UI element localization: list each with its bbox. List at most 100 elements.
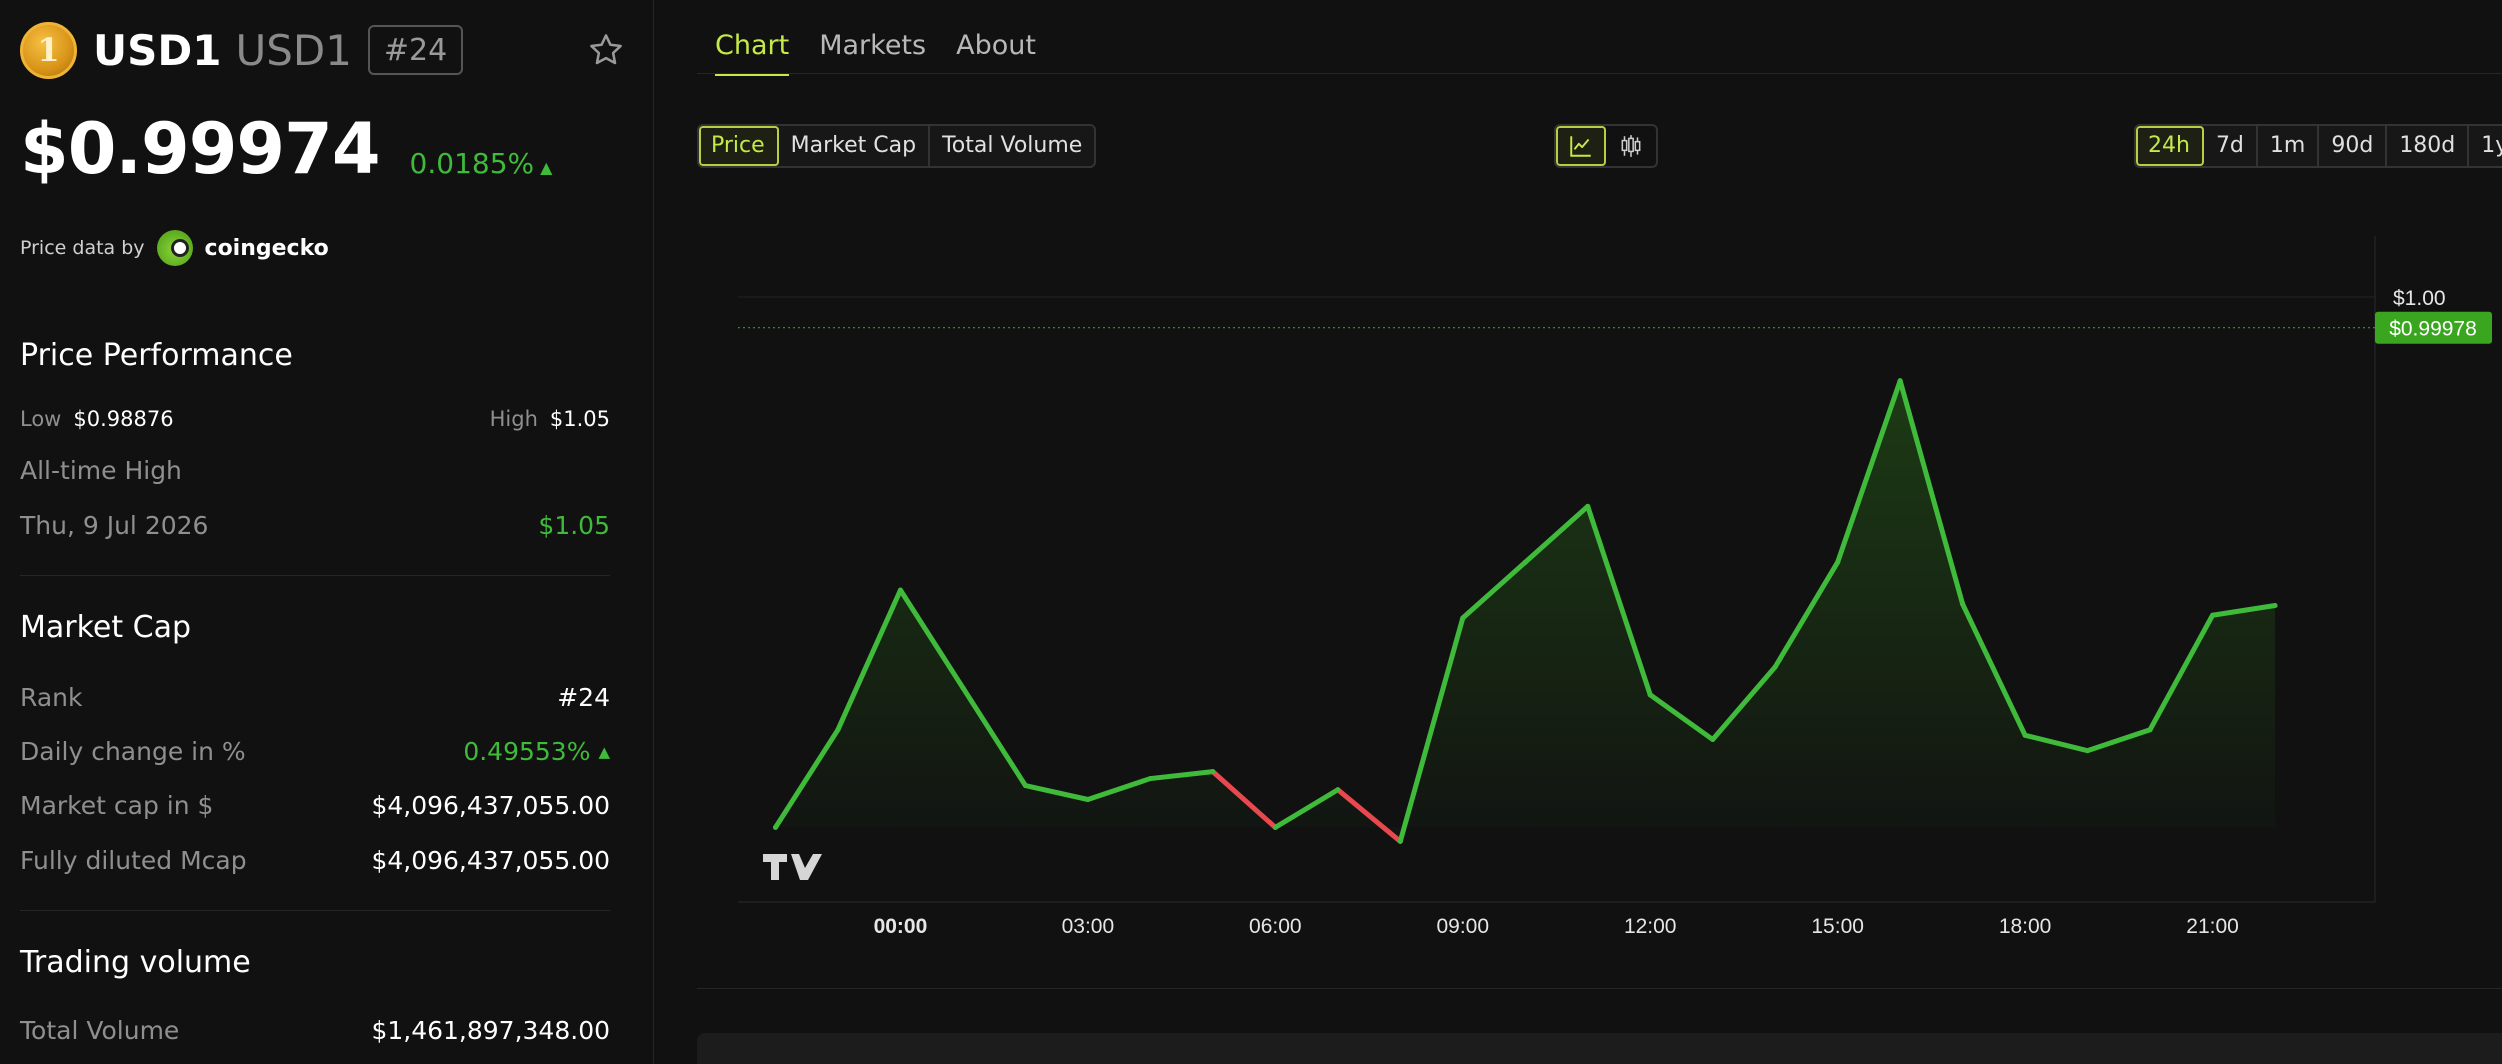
low-label: Low [20, 407, 62, 431]
ath-row: Thu, 9 Jul 2026 $1.05 [20, 511, 610, 540]
ath-label: All-time High [20, 456, 182, 485]
price-point [1397, 838, 1403, 844]
tab-markets[interactable]: Markets [819, 30, 926, 76]
range-7d-button[interactable]: 7d [2204, 126, 2258, 166]
coin-name: USD1 [235, 25, 352, 75]
market-cap-label: Market cap in $ [20, 791, 214, 820]
chart-type-selector [1554, 124, 1658, 168]
price-point [1335, 787, 1341, 793]
price-point [960, 685, 966, 691]
main-tabs: Chart Markets About [715, 30, 1066, 76]
metric-total-volume-button[interactable]: Total Volume [930, 126, 1094, 166]
rank-row: Rank #24 [20, 683, 610, 712]
price-point [1147, 776, 1153, 782]
price-point [1835, 559, 1841, 565]
line-chart-button[interactable] [1556, 126, 1606, 166]
divider [20, 910, 610, 911]
candlestick-icon [1621, 135, 1641, 157]
coin-info-panel: 1 USD1 USD1 #24 $0.99974 0.0185% ▲ Price… [0, 0, 654, 1064]
price-point [1772, 664, 1778, 670]
coin-logo: 1 [20, 21, 77, 79]
price-source: Price data by coingecko [20, 230, 329, 266]
rank-value: #24 [557, 683, 610, 712]
rank-label: Rank [20, 683, 83, 712]
chart-divider [697, 988, 2502, 989]
price-point [1960, 601, 1966, 607]
coin-header: 1 USD1 USD1 #24 [20, 18, 630, 82]
ath-date: Thu, 9 Jul 2026 [20, 511, 209, 540]
divider [20, 575, 610, 576]
price-point [1210, 769, 1216, 775]
price-chart-svg[interactable]: $1.00 $0.99978 00:00 03:00 06:00 09:00 12:00 15… [697, 230, 2502, 990]
x-tick-label: 12:00 [1624, 915, 1677, 938]
price-point [2210, 612, 2216, 618]
tab-chart[interactable]: Chart [715, 30, 790, 76]
x-tick-label: 18:00 [1999, 915, 2052, 938]
price-point [2147, 727, 2153, 733]
range-1m-button[interactable]: 1m [2258, 126, 2320, 166]
total-volume-label: Total Volume [20, 1016, 180, 1045]
price-point [2022, 732, 2028, 738]
market-cap-value: $4,096,437,055.00 [371, 791, 610, 820]
app-root: 1 USD1 USD1 #24 $0.99974 0.0185% ▲ Price… [0, 0, 2502, 1064]
range-180d-button[interactable]: 180d [2387, 126, 2470, 166]
price-change-24h: 0.0185% [409, 147, 535, 180]
price-source-provider[interactable]: coingecko [205, 236, 329, 261]
candlestick-button[interactable] [1606, 126, 1656, 166]
star-icon [590, 34, 622, 65]
current-price: $0.99974 [20, 108, 381, 190]
high-value: $1.05 [549, 407, 610, 431]
market-cap-title: Market Cap [20, 610, 192, 645]
fdv-value: $4,096,437,055.00 [371, 846, 610, 875]
rank-badge: #24 [367, 25, 464, 75]
price-point [2085, 748, 2091, 754]
fdv-label: Fully diluted Mcap [20, 846, 247, 875]
price-area-fill [775, 380, 2276, 842]
price-point [1710, 736, 1716, 742]
x-tick-label: 15:00 [1811, 915, 1864, 938]
favorite-button[interactable] [582, 26, 630, 74]
metric-price-button[interactable]: Price [699, 126, 779, 166]
arrow-up-icon: ▲ [598, 742, 610, 761]
price-performance-title: Price Performance [20, 338, 293, 373]
metric-selector: Price Market Cap Total Volume [697, 124, 1097, 168]
x-tick-label: 09:00 [1436, 915, 1489, 938]
price-chart[interactable]: $1.00 $0.99978 00:00 03:00 06:00 09:00 12:00 15… [697, 230, 2502, 990]
price-point [897, 587, 903, 593]
low-value: $0.98876 [73, 407, 174, 431]
price-point [1022, 783, 1028, 789]
coingecko-logo-icon [156, 230, 193, 266]
total-volume-row: Total Volume $1,461,897,348.00 [20, 1016, 610, 1045]
metric-market-cap-button[interactable]: Market Cap [779, 126, 931, 166]
line-chart-icon [1570, 136, 1591, 157]
last-price-label: $0.99978 [2389, 318, 2477, 341]
y-tick-label: $1.00 [2393, 287, 2446, 310]
daily-change-label: Daily change in % [20, 737, 246, 766]
x-tick-label: 06:00 [1249, 915, 1302, 938]
price-point [835, 727, 841, 733]
price-point [772, 824, 778, 830]
price-point [1272, 824, 1278, 830]
range-1y-button[interactable]: 1y [2469, 126, 2502, 166]
price-source-label: Price data by [20, 237, 145, 259]
tab-about[interactable]: About [956, 30, 1036, 76]
fdv-row: Fully diluted Mcap $4,096,437,055.00 [20, 846, 610, 875]
price-point [2272, 602, 2278, 608]
high-label: High [489, 407, 538, 431]
time-range-selector: 24h 7d 1m 90d 180d 1y [2134, 124, 2502, 168]
trading-volume-title: Trading volume [20, 945, 251, 980]
low-high-row: Low $0.98876 High $1.05 [20, 407, 610, 431]
chart-footer-panel [697, 1033, 2502, 1064]
range-90d-button[interactable]: 90d [2319, 126, 2388, 166]
x-tick-label: 00:00 [874, 915, 928, 938]
arrow-up-icon: ▲ [540, 158, 553, 177]
price-point [1085, 797, 1091, 802]
price-point [1585, 503, 1591, 509]
ath-label-row: All-time High [20, 456, 610, 485]
total-volume-value: $1,461,897,348.00 [371, 1016, 610, 1045]
range-24h-button[interactable]: 24h [2136, 126, 2204, 166]
tradingview-logo-icon [763, 854, 822, 880]
ath-value: $1.05 [538, 511, 610, 540]
x-tick-label: 03:00 [1062, 915, 1115, 938]
price-point [1460, 615, 1466, 621]
